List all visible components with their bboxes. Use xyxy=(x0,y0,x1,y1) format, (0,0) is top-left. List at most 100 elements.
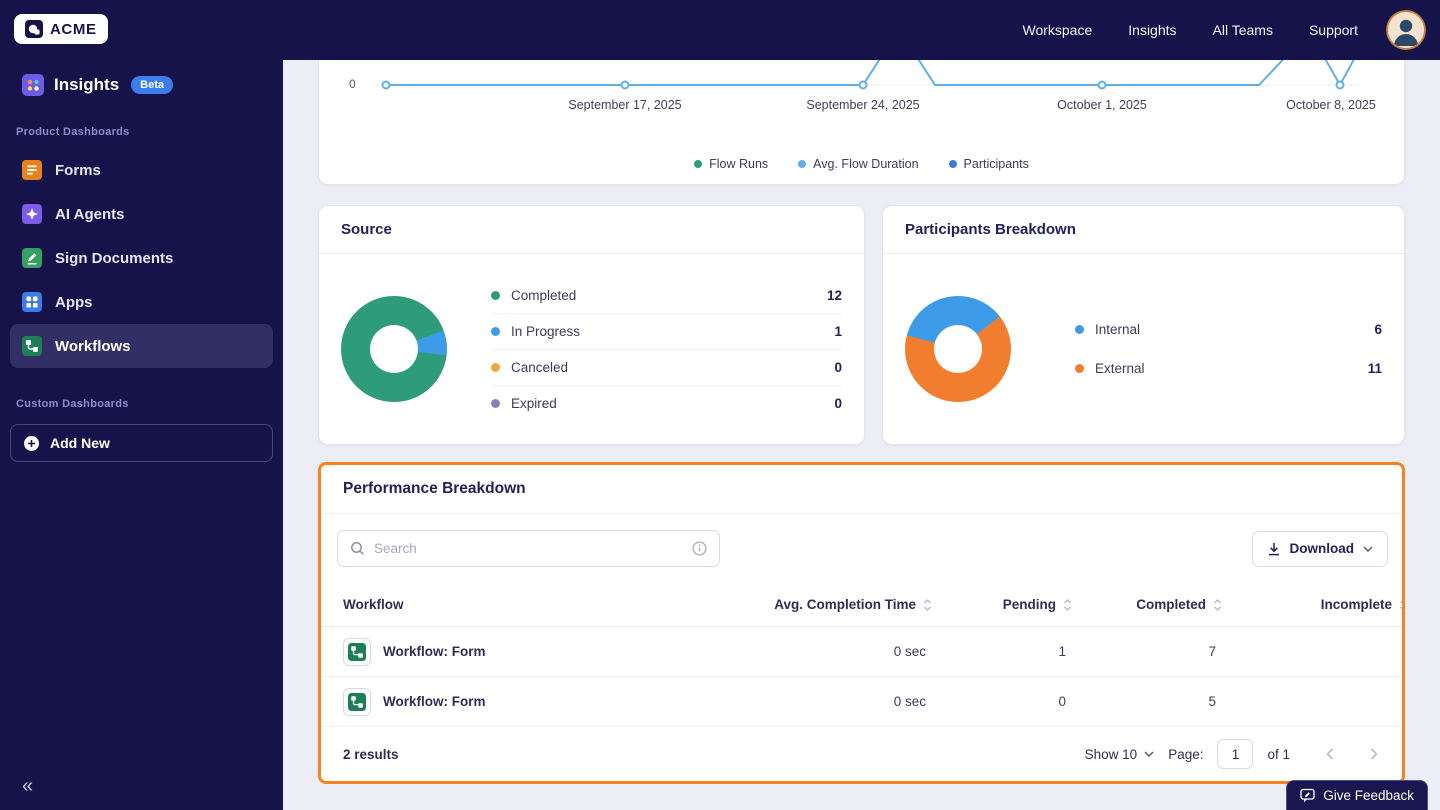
source-card: Source Completed 12 In Progress 1 xyxy=(318,205,865,445)
insights-logo-icon xyxy=(22,74,44,96)
ai-agents-icon xyxy=(22,204,42,224)
feedback-label: Give Feedback xyxy=(1323,788,1414,803)
column-pending[interactable]: Pending xyxy=(948,597,1088,612)
column-label: Incomplete xyxy=(1321,597,1392,612)
sidebar-item-label: AI Agents xyxy=(55,206,124,223)
column-avg-completion-time[interactable]: Avg. Completion Time xyxy=(708,597,948,612)
chevron-down-icon xyxy=(1144,751,1154,757)
chevron-down-icon xyxy=(1363,546,1373,552)
legend-value: 12 xyxy=(827,288,842,303)
legend-value: 0 xyxy=(834,396,842,411)
page-of-label: of 1 xyxy=(1267,747,1290,762)
legend-participants[interactable]: Participants xyxy=(949,157,1029,171)
legend-flow-runs[interactable]: Flow Runs xyxy=(694,157,768,171)
download-label: Download xyxy=(1290,541,1355,556)
chevron-right-icon xyxy=(1370,748,1378,760)
workflows-icon xyxy=(22,336,42,356)
sidebar-item-workflows[interactable]: Workflows xyxy=(10,324,273,368)
download-icon xyxy=(1267,542,1281,556)
legend-dot xyxy=(491,291,500,300)
x-axis-label: September 17, 2025 xyxy=(568,98,681,112)
legend-label: External xyxy=(1095,361,1145,376)
prev-page-button[interactable] xyxy=(1322,744,1338,764)
x-axis-label: October 1, 2025 xyxy=(1057,98,1147,112)
sidebar-item-label: Forms xyxy=(55,162,101,179)
legend-dot xyxy=(1075,364,1084,373)
info-icon[interactable] xyxy=(692,541,707,556)
acme-logo-icon xyxy=(25,20,43,38)
table-header: Workflow Avg. Completion Time Pending Co… xyxy=(321,583,1402,627)
table-row[interactable]: Workflow: Form 0 sec 1 7 xyxy=(321,627,1402,677)
top-nav-links: Workspace Insights All Teams Support xyxy=(1022,22,1358,38)
column-label: Pending xyxy=(1003,597,1056,612)
workflow-name: Workflow: Form xyxy=(383,694,486,709)
legend-dot xyxy=(491,399,500,408)
workflow-icon xyxy=(343,638,371,666)
pagination-controls: Show 10 Page: of 1 xyxy=(1085,739,1382,769)
nav-insights[interactable]: Insights xyxy=(1128,22,1176,38)
legend-label: Participants xyxy=(964,157,1029,171)
sidebar-item-apps[interactable]: Apps xyxy=(0,280,283,324)
cell-completed: 7 xyxy=(1082,644,1232,659)
cell-completed: 5 xyxy=(1082,694,1232,709)
sidebar-item-ai-agents[interactable]: AI Agents xyxy=(0,192,283,236)
column-label: Completed xyxy=(1136,597,1206,612)
legend-row-expired: Expired 0 xyxy=(491,386,842,421)
column-completed[interactable]: Completed xyxy=(1088,597,1238,612)
table-row[interactable]: Workflow: Form 0 sec 0 5 xyxy=(321,677,1402,727)
x-axis-label: October 8, 2025 xyxy=(1286,98,1376,112)
sort-icon xyxy=(1399,598,1405,612)
legend-row-in-progress: In Progress 1 xyxy=(491,314,842,350)
performance-breakdown-card: Performance Breakdown Download xyxy=(318,462,1405,784)
legend-dot xyxy=(491,327,500,336)
sign-documents-icon xyxy=(22,248,42,268)
column-workflow: Workflow xyxy=(321,597,708,612)
legend-value: 11 xyxy=(1368,361,1382,376)
legend-avg-flow-duration[interactable]: Avg. Flow Duration xyxy=(798,157,918,171)
acme-logo[interactable]: ACME xyxy=(14,14,108,44)
sidebar-item-forms[interactable]: Forms xyxy=(0,148,283,192)
section-custom-dashboards: Custom Dashboards xyxy=(16,398,283,410)
column-incomplete[interactable]: Incomplete xyxy=(1238,597,1405,612)
legend-dot xyxy=(798,160,806,168)
next-page-button[interactable] xyxy=(1366,744,1382,764)
cell-pending: 0 xyxy=(942,694,1082,709)
legend-label: In Progress xyxy=(511,324,580,339)
nav-all-teams[interactable]: All Teams xyxy=(1213,22,1273,38)
download-button[interactable]: Download xyxy=(1252,531,1389,567)
apps-icon xyxy=(22,292,42,312)
nav-support[interactable]: Support xyxy=(1309,22,1358,38)
give-feedback-button[interactable]: Give Feedback xyxy=(1286,780,1428,810)
avatar[interactable] xyxy=(1386,10,1426,50)
results-count: 2 results xyxy=(343,747,399,762)
sidebar-item-sign-documents[interactable]: Sign Documents xyxy=(0,236,283,280)
legend-row-internal: Internal 6 xyxy=(1075,310,1382,349)
nav-workspace[interactable]: Workspace xyxy=(1022,22,1092,38)
source-donut-chart xyxy=(341,296,447,402)
search-box xyxy=(337,530,720,567)
chart-legend: Flow Runs Avg. Flow Duration Participant… xyxy=(319,157,1404,171)
search-input[interactable] xyxy=(374,541,683,556)
legend-label: Expired xyxy=(511,396,557,411)
x-axis-label: September 24, 2025 xyxy=(806,98,919,112)
page-input[interactable] xyxy=(1217,739,1253,769)
section-product-dashboards: Product Dashboards xyxy=(16,126,283,138)
legend-dot xyxy=(949,160,957,168)
legend-label: Completed xyxy=(511,288,576,303)
add-new-button[interactable]: Add New xyxy=(10,424,273,462)
legend-label: Avg. Flow Duration xyxy=(813,157,918,171)
legend-value: 0 xyxy=(834,360,842,375)
insights-header: Insights Beta xyxy=(22,74,283,96)
legend-dot xyxy=(491,363,500,372)
participants-breakdown-card: Participants Breakdown Internal 6 Extern… xyxy=(882,205,1405,445)
insights-title: Insights xyxy=(54,75,119,95)
page-size-select[interactable]: Show 10 xyxy=(1085,747,1155,762)
legend-label: Canceled xyxy=(511,360,568,375)
chevron-left-icon xyxy=(1326,748,1334,760)
sidebar-item-label: Sign Documents xyxy=(55,250,173,267)
sidebar-item-label: Workflows xyxy=(55,338,131,355)
search-icon xyxy=(350,541,365,556)
table-footer: 2 results Show 10 Page: of 1 xyxy=(321,727,1402,781)
collapse-sidebar-button[interactable]: « xyxy=(22,775,33,798)
feedback-icon xyxy=(1300,788,1315,803)
